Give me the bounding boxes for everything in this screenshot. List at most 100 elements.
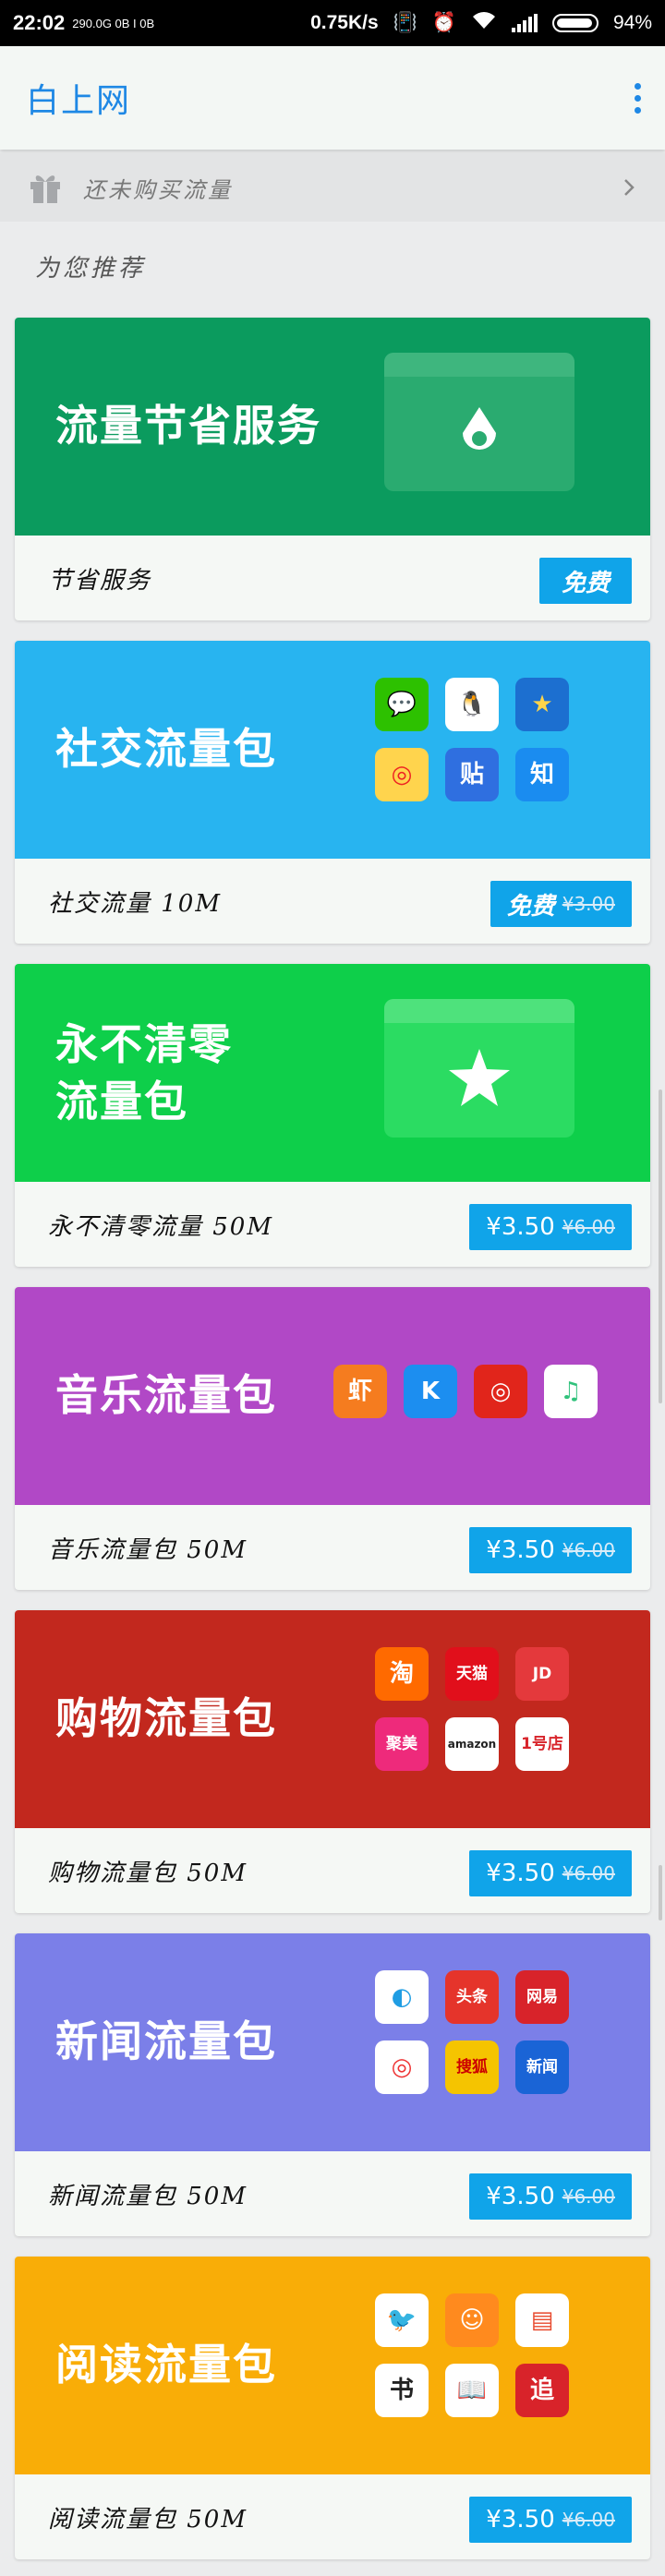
- scrollbar-thumb[interactable]: [659, 1865, 662, 1920]
- ifeng-icon: ◎: [375, 2040, 429, 2094]
- app-icons: 淘 天猫 JD 聚美 amazon 1号店: [375, 1647, 569, 1771]
- price-button[interactable]: 免费 ¥3.00: [490, 881, 632, 927]
- price-current: ¥3.50: [486, 2183, 555, 2210]
- card-banner: 音乐流量包 虾 K ◎ ♫: [15, 1287, 650, 1505]
- card-banner: 永不清零 流量包: [15, 964, 650, 1182]
- card-banner: 新闻流量包 ◐ 头条 网易 ◎ 搜狐 新闻: [15, 1933, 650, 2151]
- card-news[interactable]: 新闻流量包 ◐ 头条 网易 ◎ 搜狐 新闻 新闻流量包 50M ¥3.50 ¥6…: [15, 1933, 650, 2236]
- card-footer-label: 永不清零流量 50M: [48, 1213, 273, 1241]
- battery-icon: [551, 14, 598, 32]
- card-footer: 阅读流量包 50M ¥3.50 ¥6.00: [15, 2474, 650, 2559]
- card-reading[interactable]: 阅读流量包 🐦 ☺ ▤ 书 📖 追 阅读流量包 50M ¥3.50 ¥6.00: [15, 2257, 650, 2559]
- price-button[interactable]: ¥3.50 ¥6.00: [469, 1527, 632, 1573]
- qq-music-icon: ♫: [544, 1365, 598, 1418]
- signal-icon: [511, 14, 538, 32]
- card-footer-label: 社交流量 10M: [48, 890, 222, 918]
- app-icons: 虾 K ◎ ♫: [333, 1365, 598, 1418]
- book-icon: ▤: [515, 2293, 569, 2347]
- purchase-traffic-row[interactable]: 还未购买流量: [0, 153, 665, 222]
- app-icons: 💬 🐧 ★ ◎ 贴 知: [375, 678, 569, 801]
- tmall-icon: 天猫: [445, 1647, 499, 1701]
- card-footer: 新闻流量包 50M ¥3.50 ¥6.00: [15, 2151, 650, 2236]
- card-footer-label: 节省服务: [48, 567, 152, 595]
- price-original: ¥6.00: [562, 2509, 615, 2531]
- qq-reader-icon: 📖: [445, 2364, 499, 2417]
- more-options-icon[interactable]: [635, 82, 641, 114]
- jd-icon: JD: [515, 1647, 569, 1701]
- bird-icon: 🐦: [375, 2293, 429, 2347]
- price-button[interactable]: ¥3.50 ¥6.00: [469, 2173, 632, 2220]
- star-icon: [449, 1049, 510, 1106]
- price-current: 免费: [506, 892, 555, 921]
- sohu-icon: 搜狐: [445, 2040, 499, 2094]
- card-banner: 购物流量包 淘 天猫 JD 聚美 amazon 1号店: [15, 1610, 650, 1828]
- bag-icon: [384, 353, 574, 491]
- card-title: 社交流量包: [55, 724, 277, 774]
- card-footer-label: 音乐流量包 50M: [48, 1536, 248, 1564]
- card-footer: 音乐流量包 50M ¥3.50 ¥6.00: [15, 1505, 650, 1590]
- amazon-icon: amazon: [445, 1717, 499, 1771]
- card-footer: 永不清零流量 50M ¥3.50 ¥6.00: [15, 1182, 650, 1267]
- zhui-icon: 追: [515, 2364, 569, 2417]
- price-current: ¥3.50: [486, 1536, 555, 1564]
- section-title: 为您推荐: [35, 255, 147, 283]
- price-current: ¥3.50: [486, 2506, 555, 2534]
- wechat-icon: 💬: [375, 678, 429, 731]
- card-title-line1: 永不清零: [55, 1019, 233, 1069]
- price-original: ¥6.00: [562, 2185, 615, 2208]
- battery-percent: 94%: [612, 12, 652, 33]
- card-title: 永不清零 流量包: [55, 1016, 233, 1130]
- yhd-icon: 1号店: [515, 1717, 569, 1771]
- card-footer: 节省服务 免费: [15, 536, 650, 620]
- qzone-icon: ★: [515, 678, 569, 731]
- card-title: 新闻流量包: [55, 2016, 277, 2066]
- price-button[interactable]: ¥3.50 ¥6.00: [469, 1204, 632, 1250]
- price-current: ¥3.50: [486, 1213, 555, 1241]
- toutiao-icon: 头条: [445, 1970, 499, 2024]
- netease-music-icon: ◎: [474, 1365, 527, 1418]
- card-traffic-saving[interactable]: 流量节省服务 节省服务 免费: [15, 318, 650, 620]
- card-footer: 购物流量包 50M ¥3.50 ¥6.00: [15, 1828, 650, 1913]
- kugou-icon: K: [404, 1365, 457, 1418]
- price-button[interactable]: 免费: [539, 558, 632, 604]
- card-title: 流量节省服务: [55, 401, 321, 451]
- scrollbar[interactable]: [659, 1089, 662, 1403]
- bag-icon: [384, 999, 574, 1138]
- price-button[interactable]: ¥3.50 ¥6.00: [469, 1850, 632, 1896]
- card-title: 音乐流量包: [55, 1370, 277, 1420]
- card-footer-label: 阅读流量包 50M: [48, 2506, 248, 2534]
- chevron-right-icon: [624, 179, 635, 196]
- vibrate-icon: 📳: [393, 12, 417, 33]
- price-button[interactable]: ¥3.50 ¥6.00: [469, 2497, 632, 2543]
- qq-icon: 🐧: [445, 678, 499, 731]
- card-social[interactable]: 社交流量包 💬 🐧 ★ ◎ 贴 知 社交流量 10M 免费 ¥3.00: [15, 641, 650, 944]
- netease-news-icon: 网易: [515, 1970, 569, 2024]
- app-icons: 🐦 ☺ ▤ 书 📖 追: [375, 2293, 569, 2417]
- droplet-icon: [463, 407, 496, 451]
- gift-icon: [30, 175, 60, 203]
- card-banner: 阅读流量包 🐦 ☺ ▤ 书 📖 追: [15, 2257, 650, 2474]
- app-bar: 白上网: [0, 46, 665, 150]
- card-footer: 社交流量 10M 免费 ¥3.00: [15, 859, 650, 944]
- card-never-expire[interactable]: 永不清零 流量包 永不清零流量 50M ¥3.50 ¥6.00: [15, 964, 650, 1267]
- status-speed: 0.75K/s: [310, 12, 379, 33]
- zhihu-icon: 知: [515, 748, 569, 801]
- face-icon: ☺: [445, 2293, 499, 2347]
- card-footer-label: 购物流量包 50M: [48, 1860, 248, 1887]
- card-banner: 流量节省服务: [15, 318, 650, 536]
- price-original: ¥6.00: [562, 1862, 615, 1884]
- status-network: 290.0G 0B I 0B: [72, 16, 155, 30]
- card-footer-label: 新闻流量包 50M: [48, 2183, 248, 2210]
- sina-news-icon: 新闻: [515, 2040, 569, 2094]
- price-current: 免费: [561, 569, 610, 597]
- promo-text: 还未购买流量: [83, 176, 233, 203]
- price-current: ¥3.50: [486, 1860, 555, 1887]
- taobao-icon: 淘: [375, 1647, 429, 1701]
- tieba-icon: 贴: [445, 748, 499, 801]
- card-title: 购物流量包: [55, 1693, 277, 1743]
- xiami-icon: 虾: [333, 1365, 387, 1418]
- card-title: 阅读流量包: [55, 2340, 277, 2389]
- card-music[interactable]: 音乐流量包 虾 K ◎ ♫ 音乐流量包 50M ¥3.50 ¥6.00: [15, 1287, 650, 1590]
- price-original: ¥6.00: [562, 1216, 615, 1238]
- card-shopping[interactable]: 购物流量包 淘 天猫 JD 聚美 amazon 1号店 购物流量包 50M ¥3…: [15, 1610, 650, 1913]
